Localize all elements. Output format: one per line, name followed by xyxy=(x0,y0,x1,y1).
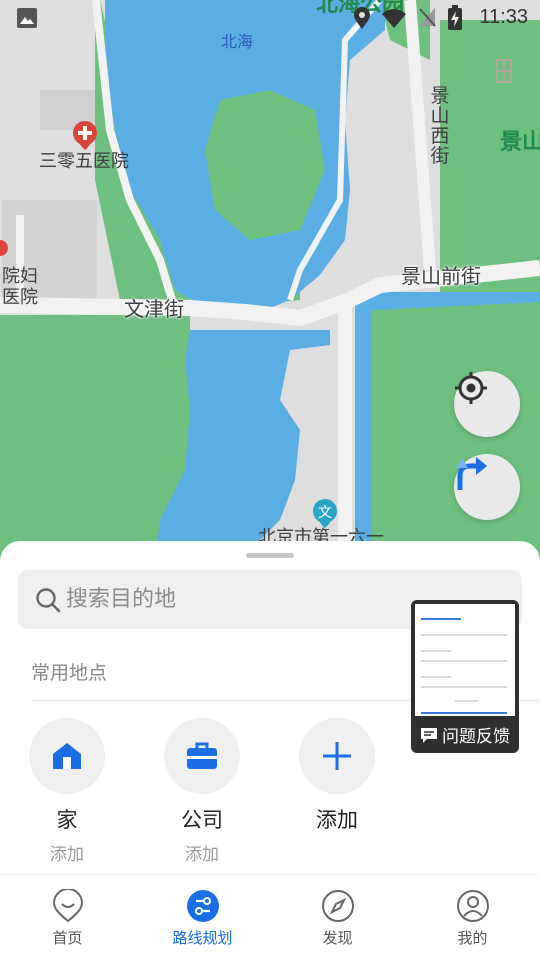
feedback-chat-icon xyxy=(421,727,437,743)
map-label-maternity-hospital-line1[interactable]: 院妇 xyxy=(2,266,38,288)
add-place-button[interactable] xyxy=(299,718,375,794)
nav-home-label: 首页 xyxy=(52,929,83,947)
plus-icon xyxy=(323,742,351,770)
home-icon xyxy=(53,743,81,769)
common-places-title: 常用地点 xyxy=(31,662,108,684)
bottom-navigation: 首页 路线规划 发现 我的 xyxy=(0,874,540,960)
no-signal-icon xyxy=(419,8,436,27)
turn-right-arrow-icon xyxy=(456,457,487,490)
nav-home[interactable]: 首页 xyxy=(0,875,135,960)
place-company-add-label: 添加 xyxy=(185,845,219,865)
place-add[interactable]: 添加 xyxy=(282,718,392,834)
briefcase-icon xyxy=(187,742,217,769)
svg-text:文: 文 xyxy=(318,505,332,521)
feedback-label: 问题反馈 xyxy=(442,727,510,747)
nav-profile-label: 我的 xyxy=(457,929,488,947)
nav-profile[interactable]: 我的 xyxy=(405,875,540,960)
route-plan-icon xyxy=(186,890,219,922)
place-company[interactable]: 公司 添加 xyxy=(147,718,257,865)
nav-route-plan-label: 路线规划 xyxy=(172,929,233,947)
place-home[interactable]: 家 添加 xyxy=(12,718,122,865)
place-company-name: 公司 xyxy=(181,808,223,832)
map-canvas: 文 xyxy=(0,0,540,600)
feedback-screenshot-thumbnail xyxy=(415,604,515,716)
status-time: 11:33 xyxy=(479,6,528,28)
search-icon xyxy=(36,588,61,613)
home-place-button[interactable] xyxy=(29,718,105,794)
locate-crosshair-icon xyxy=(455,372,487,404)
battery-charging-icon xyxy=(448,5,462,30)
location-icon xyxy=(354,7,370,29)
map-label-jingshan-park[interactable]: 景山 xyxy=(500,130,540,156)
profile-icon xyxy=(456,890,489,922)
map-label-jingshan-west-street[interactable]: 景山西街 xyxy=(429,86,451,166)
nav-route-plan[interactable]: 路线规划 xyxy=(135,875,270,960)
map-label-hospital-305[interactable]: 三零五医院 xyxy=(39,151,129,173)
nav-discover-label: 发现 xyxy=(322,929,353,947)
map-label-maternity-hospital-line2[interactable]: 医院 xyxy=(2,287,38,309)
map-view[interactable]: 文 北海公园 北海 景山西街 景山 三零五医院 院妇 医院 景山前街 文津街 北… xyxy=(0,0,540,600)
route-directions-button[interactable] xyxy=(454,454,520,520)
locate-button[interactable] xyxy=(454,371,520,437)
home-nav-icon xyxy=(52,889,83,923)
map-label-jingshan-front-street[interactable]: 景山前街 xyxy=(401,264,481,288)
feedback-floating-button[interactable]: 问题反馈 xyxy=(411,600,519,753)
wifi-icon xyxy=(382,9,406,28)
place-home-name: 家 xyxy=(56,808,78,832)
nav-discover[interactable]: 发现 xyxy=(270,875,405,960)
place-home-add-label: 添加 xyxy=(50,845,84,865)
feedback-label-row: 问题反馈 xyxy=(411,716,519,753)
place-add-name: 添加 xyxy=(316,808,358,832)
image-icon xyxy=(17,8,37,28)
status-bar: 11:33 xyxy=(0,0,540,36)
map-label-wenjin-street[interactable]: 文津街 xyxy=(124,297,184,321)
compass-icon xyxy=(321,890,354,922)
company-place-button[interactable] xyxy=(164,718,240,794)
sheet-drag-handle[interactable] xyxy=(246,553,294,558)
